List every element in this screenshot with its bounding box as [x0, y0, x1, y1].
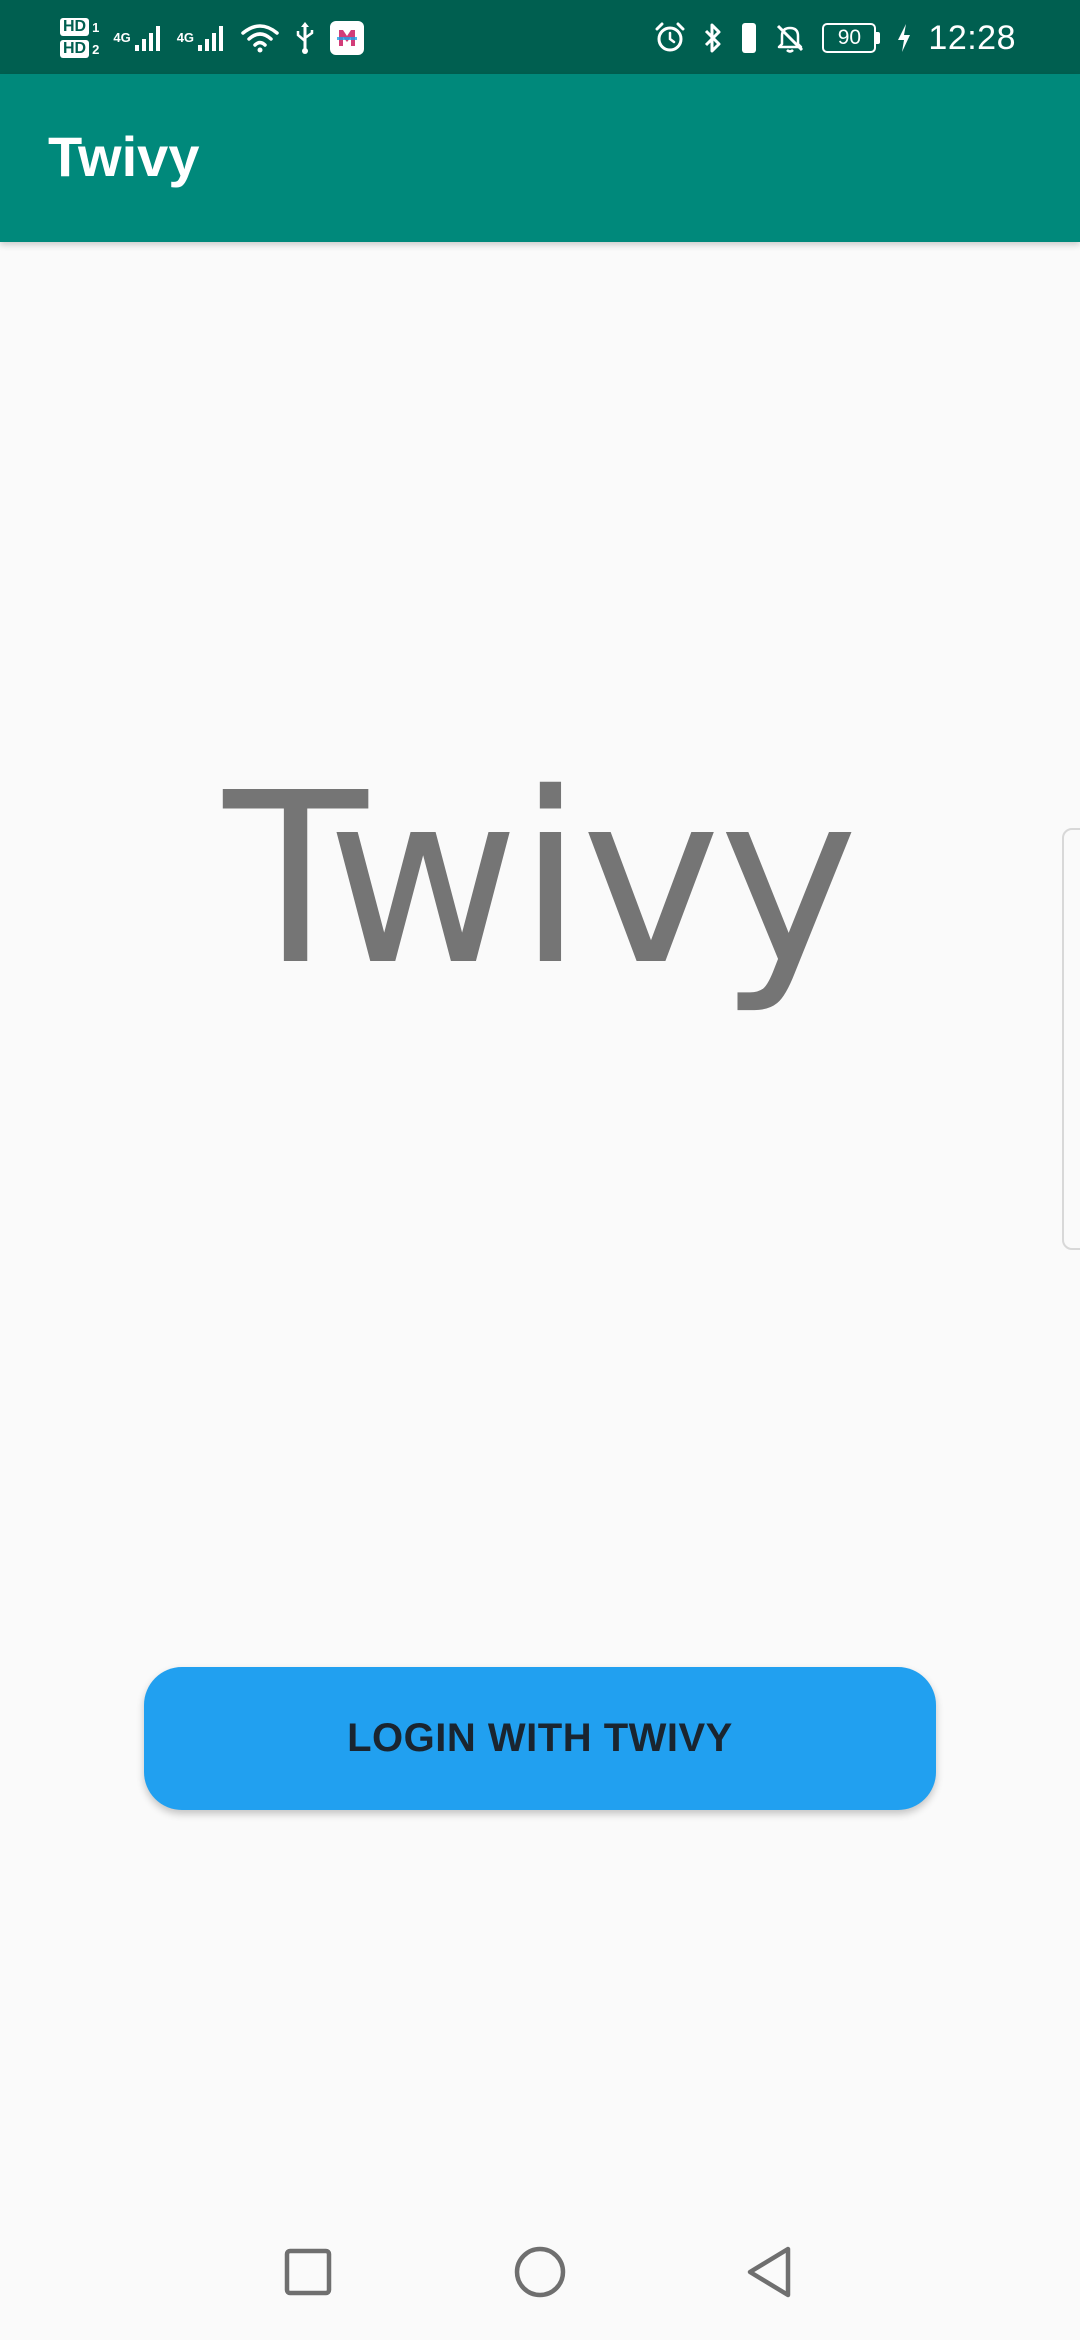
sim1-hd-badge: HD 1: [60, 18, 99, 36]
network-type-label: 4G: [113, 30, 131, 45]
sim2-hd-badge: HD 2: [60, 40, 99, 58]
battery-tip: [876, 32, 881, 44]
vibrate-icon: [740, 21, 758, 55]
recents-icon: [284, 2248, 332, 2301]
usb-icon: [294, 21, 316, 55]
status-left: HD 1 HD 2 4G 4G: [60, 8, 365, 68]
alarm-icon: [654, 22, 686, 54]
clock: 12:28: [928, 18, 1016, 57]
screen: HD 1 HD 2 4G 4G 90 12:28 Twivy Twivy LOG…: [0, 0, 1080, 2340]
bluetooth-icon: [702, 21, 724, 55]
login-button[interactable]: LOGIN WITH TWIVY: [144, 1667, 936, 1810]
app-logo-text: Twivy: [223, 742, 858, 1017]
mute-bell-icon: [774, 22, 806, 54]
app-notification-icon: [330, 21, 365, 55]
signal-icon: [196, 23, 226, 53]
hd-label: HD: [60, 18, 90, 36]
charging-icon: [896, 22, 912, 54]
sim-index: 2: [92, 41, 100, 57]
login-button-label: LOGIN WITH TWIVY: [347, 1716, 733, 1760]
back-button[interactable]: [733, 2238, 805, 2310]
navigation-bar: [0, 2208, 1080, 2340]
sim-index: 1: [92, 19, 100, 35]
back-icon: [744, 2245, 794, 2304]
network-2: 4G: [177, 23, 226, 53]
app-bar-title: Twivy: [48, 125, 200, 188]
status-bar: HD 1 HD 2 4G 4G 90 12:28: [0, 0, 1080, 74]
hd-label: HD: [60, 40, 90, 58]
battery-level: 90: [822, 23, 877, 53]
network-type-label: 4G: [176, 30, 195, 45]
app-bar: Twivy: [0, 74, 1080, 242]
recents-button[interactable]: [272, 2238, 344, 2310]
wifi-icon: [240, 22, 280, 54]
status-right: 90 12:28: [654, 8, 1016, 68]
sim-hd-indicators: HD 1 HD 2: [60, 18, 99, 58]
network-1: 4G: [113, 23, 162, 53]
battery-icon: 90: [822, 23, 881, 53]
home-icon: [513, 2245, 567, 2304]
signal-icon: [133, 23, 163, 53]
edge-panel-handle[interactable]: [1062, 828, 1080, 1250]
home-button[interactable]: [504, 2238, 576, 2310]
